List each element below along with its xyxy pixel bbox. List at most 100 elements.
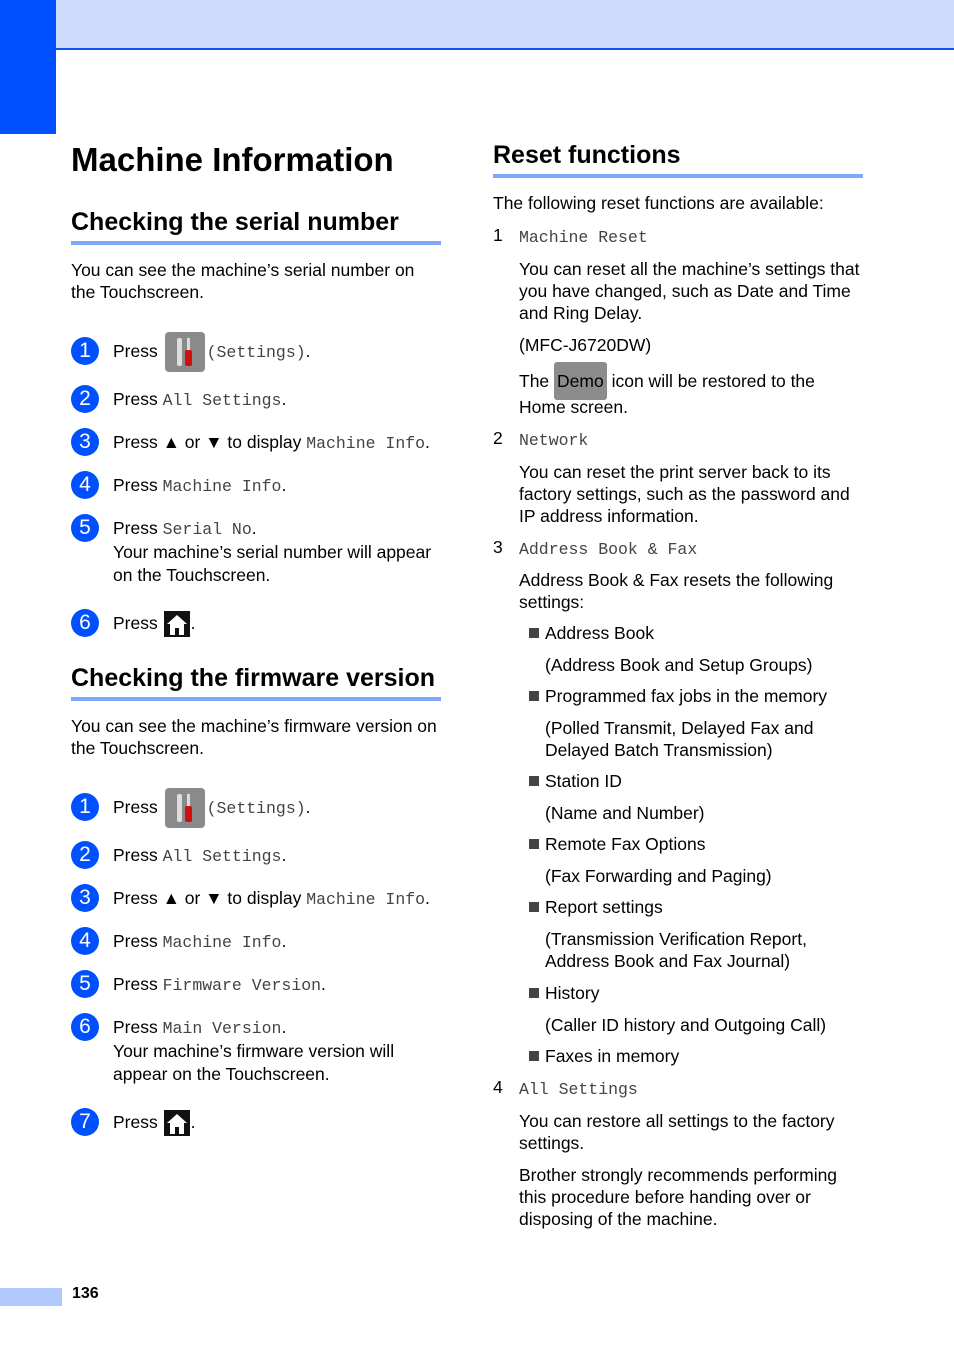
step-text: Press <box>113 931 158 951</box>
step-number: 6 <box>71 1013 99 1041</box>
bullet-label: History <box>545 983 600 1003</box>
step-number: 2 <box>71 841 99 869</box>
firmware-step-5: 5 Press Firmware Version. <box>71 970 441 998</box>
step-text: Press <box>113 974 158 994</box>
menu-option: Serial No <box>162 520 252 539</box>
item-code: All Settings <box>519 1080 638 1099</box>
serial-step-5: 5 Press Serial No. Your machine’s serial… <box>71 514 441 587</box>
bullet-label: Programmed fax jobs in the memory <box>545 686 828 706</box>
bullet-icon <box>529 988 539 998</box>
menu-option: All Settings <box>162 391 282 410</box>
step-text: Press ▲ or ▼ to display <box>113 888 302 908</box>
bullet-item: Programmed fax jobs in the memory <box>519 685 863 707</box>
serial-step-6: 6 Press . <box>71 609 441 638</box>
serial-step-4: 4 Press Machine Info. <box>71 471 441 499</box>
bullet-detail: (Address Book and Setup Groups) <box>545 655 813 675</box>
menu-option: All Settings <box>162 847 282 866</box>
punct: . <box>305 341 311 361</box>
menu-option: Machine Info <box>162 933 282 952</box>
punct: . <box>321 974 326 994</box>
step-text: Press <box>113 518 158 538</box>
bullet-label: Address Book <box>545 623 654 643</box>
bullet-icon <box>529 776 539 786</box>
demo-post: icon will be restored to the <box>611 371 815 391</box>
step-text: Press <box>113 613 158 633</box>
punct: . <box>281 845 287 865</box>
step-number: 3 <box>71 428 99 456</box>
item-code: Network <box>519 431 589 450</box>
step-number: 4 <box>71 927 99 955</box>
reset-heading: Reset functions <box>493 140 863 178</box>
firmware-step-7: 7 Press . <box>71 1108 441 1137</box>
serial-step-3: 3 Press ▲ or ▼ to display Machine Info. <box>71 428 441 456</box>
serial-step-1: 1 Press (Settings). <box>71 331 441 373</box>
demo-pre: The <box>519 371 550 391</box>
firmware-heading: Checking the firmware version <box>71 663 441 701</box>
bullet-item: Remote Fax Options <box>519 833 863 855</box>
reset-item-4: 4 All Settings You can restore all setti… <box>493 1077 863 1230</box>
punct: . <box>281 389 287 409</box>
serial-heading: Checking the serial number <box>71 207 441 245</box>
step-text: Press <box>113 389 158 409</box>
item-desc: You can reset all the machine’s settings… <box>519 259 860 323</box>
step-text: Press ▲ or ▼ to display <box>113 432 302 452</box>
punct: . <box>425 432 430 452</box>
demo-button: Demo <box>554 362 607 400</box>
serial-intro: You can see the machine’s serial number … <box>71 260 415 302</box>
home-icon <box>163 611 190 638</box>
step-number: 3 <box>71 884 99 912</box>
bullet-label: Report settings <box>545 897 663 917</box>
firmware-steps: 1 Press (Settings). 2 Press All Settings… <box>71 787 441 1137</box>
serial-steps: 1 Press (Settings). 2 Press All Settings… <box>71 331 441 638</box>
punct: . <box>190 1112 196 1132</box>
page-title: Machine Information <box>71 141 394 178</box>
firmware-step-6: 6 Press Main Version. Your machine’s fir… <box>71 1013 441 1086</box>
reset-intro: The following reset functions are availa… <box>493 193 824 213</box>
menu-option: Machine Info <box>162 477 282 496</box>
left-column: Machine Information Checking the serial … <box>71 140 441 1137</box>
step-number: 1 <box>71 337 99 365</box>
reset-item-3: 3 Address Book & Fax Address Book & Fax … <box>493 537 863 1067</box>
chapter-tab <box>0 0 56 134</box>
step-number: 6 <box>71 609 99 637</box>
item-number: 3 <box>493 537 503 557</box>
punct: . <box>425 888 430 908</box>
punct: . <box>251 518 257 538</box>
menu-option: Machine Info <box>306 890 426 909</box>
punct: . <box>281 931 287 951</box>
step-number: 7 <box>71 1108 99 1136</box>
step-number: 1 <box>71 793 99 821</box>
item-desc: You can reset the print server back to i… <box>519 462 850 526</box>
step-text: Press <box>113 797 158 817</box>
bullet-icon <box>529 1051 539 1061</box>
serial-step-2: 2 Press All Settings. <box>71 385 441 413</box>
punct: . <box>281 1017 287 1037</box>
firmware-step-3: 3 Press ▲ or ▼ to display Machine Info. <box>71 884 441 912</box>
bullet-detail: (Fax Forwarding and Paging) <box>545 866 772 886</box>
model-note: (MFC-J6720DW) <box>519 335 652 355</box>
punct: . <box>190 613 196 633</box>
punct: . <box>305 797 311 817</box>
step-number: 5 <box>71 970 99 998</box>
punct: . <box>281 475 287 495</box>
bullet-item: Station ID <box>519 770 863 792</box>
bullet-label: Remote Fax Options <box>545 834 706 854</box>
menu-option: Machine Info <box>306 434 426 453</box>
page-number: 136 <box>72 1285 99 1302</box>
item-number: 2 <box>493 428 503 448</box>
settings-icon <box>164 788 205 829</box>
settings-label: (Settings) <box>206 799 306 818</box>
menu-option: Main Version <box>162 1019 282 1038</box>
item-code: Machine Reset <box>519 228 648 247</box>
bullet-item: Address Book <box>519 622 863 644</box>
bullet-icon <box>529 839 539 849</box>
settings-label: (Settings) <box>206 343 306 362</box>
item-desc: Address Book & Fax resets the following … <box>519 570 834 612</box>
demo-line: The Demo icon will be restored to the <box>519 362 863 400</box>
right-column: Reset functions The following reset func… <box>493 140 863 1230</box>
item-desc: You can restore all settings to the fact… <box>519 1111 835 1153</box>
firmware-intro: You can see the machine’s firmware versi… <box>71 716 437 758</box>
footer-band <box>0 1288 62 1306</box>
reset-item-2: 2 Network You can reset the print server… <box>493 428 863 527</box>
item-code: Address Book & Fax <box>519 540 698 559</box>
